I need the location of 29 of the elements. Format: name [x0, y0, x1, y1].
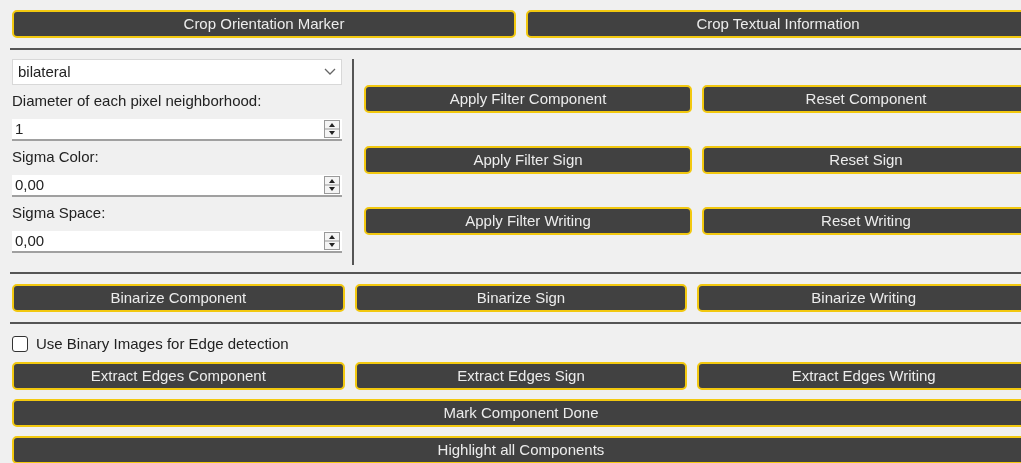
action-button[interactable]: Binarize Writing: [697, 284, 1021, 312]
action-button[interactable]: Crop Textual Information: [526, 10, 1021, 38]
action-button[interactable]: Highlight all Components: [12, 436, 1021, 463]
checkbox-label[interactable]: Use Binary Images for Edge detection: [36, 332, 289, 356]
field-label: Diameter of each pixel neighborhood:: [12, 91, 263, 111]
action-button[interactable]: Reset Component: [702, 85, 1021, 113]
chevron-down-icon: [324, 68, 336, 76]
action-button[interactable]: Extract Edges Sign: [354, 362, 688, 390]
field-label: Sigma Space:: [12, 203, 107, 223]
spinner-icon[interactable]: [324, 120, 340, 138]
action-button[interactable]: Extract Edges Writing: [697, 362, 1021, 390]
action-button[interactable]: Extract Edges Component: [12, 362, 345, 390]
action-button[interactable]: Binarize Sign: [354, 284, 688, 312]
spinner-icon[interactable]: [324, 232, 340, 250]
spinner-icon[interactable]: [324, 176, 340, 194]
action-button[interactable]: Apply Filter Writing: [364, 207, 692, 235]
action-button[interactable]: Apply Filter Sign: [364, 146, 692, 174]
action-button[interactable]: Mark Component Done: [12, 399, 1021, 427]
number-field[interactable]: 1: [12, 119, 342, 141]
field-label: Sigma Color:: [12, 147, 100, 167]
checkbox[interactable]: [12, 336, 28, 352]
filter-dropdown[interactable]: bilateral: [12, 59, 342, 85]
action-button[interactable]: Reset Sign: [702, 146, 1021, 174]
action-button[interactable]: Crop Orientation Marker: [12, 10, 516, 38]
number-field[interactable]: 0,00: [12, 231, 342, 253]
action-button[interactable]: Apply Filter Component: [364, 85, 692, 113]
action-button[interactable]: Reset Writing: [702, 207, 1021, 235]
action-button[interactable]: Binarize Component: [12, 284, 345, 312]
number-field[interactable]: 0,00: [12, 175, 342, 197]
